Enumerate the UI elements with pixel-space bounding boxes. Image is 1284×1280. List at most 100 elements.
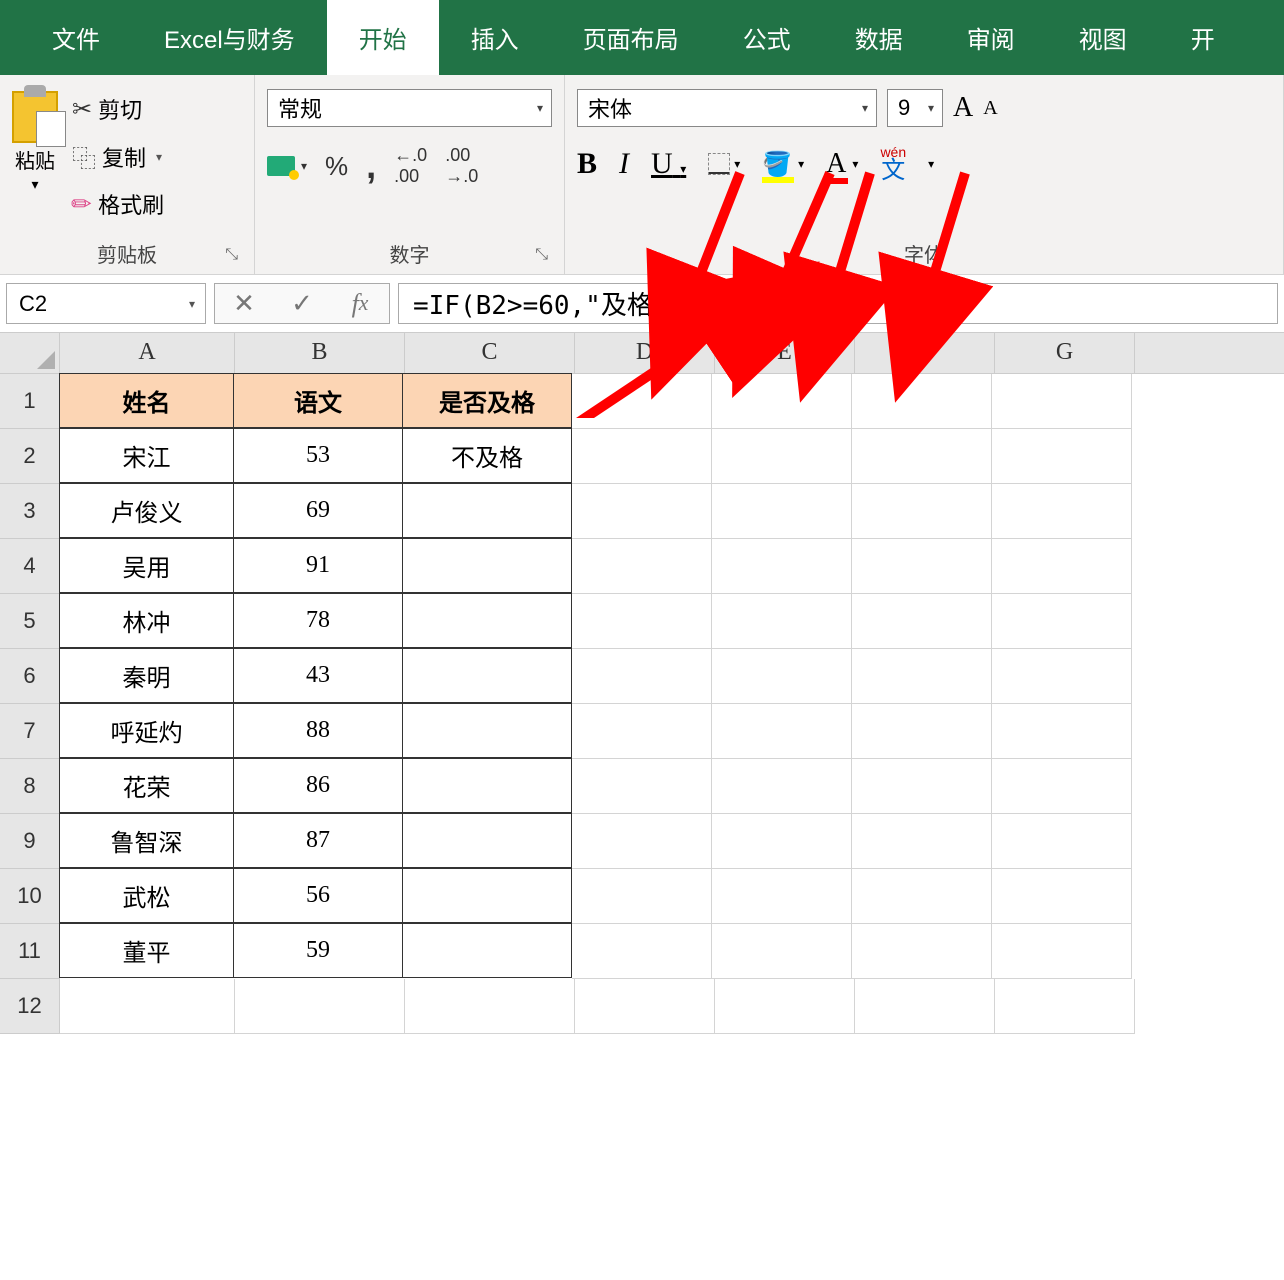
row-header-5[interactable]: 5: [0, 594, 60, 649]
tab-data[interactable]: 数据: [823, 0, 935, 75]
cell-G8[interactable]: [992, 759, 1132, 814]
cell-A7[interactable]: 呼延灼: [59, 703, 234, 758]
font-color-button[interactable]: A▾: [826, 148, 858, 180]
cell-B8[interactable]: 86: [233, 758, 403, 813]
cell-G7[interactable]: [992, 704, 1132, 759]
formula-input[interactable]: =IF(B2>=60,"及格","不及格"): [398, 283, 1278, 324]
cell-B10[interactable]: 56: [233, 868, 403, 923]
col-header-B[interactable]: B: [235, 333, 405, 373]
decrease-font-button[interactable]: A: [983, 97, 997, 120]
cell-E7[interactable]: [712, 704, 852, 759]
col-header-E[interactable]: E: [715, 333, 855, 373]
cell-E10[interactable]: [712, 869, 852, 924]
row-header-2[interactable]: 2: [0, 429, 60, 484]
enter-formula-button[interactable]: ✓: [273, 288, 331, 319]
cell-A10[interactable]: 武松: [59, 868, 234, 923]
cell-D6[interactable]: [572, 649, 712, 704]
cell-F6[interactable]: [852, 649, 992, 704]
cell-B5[interactable]: 78: [233, 593, 403, 648]
font-size-combo[interactable]: 9▾: [887, 89, 943, 127]
format-painter-button[interactable]: 格式刷: [66, 184, 170, 224]
cell-E8[interactable]: [712, 759, 852, 814]
cell-C5[interactable]: [402, 593, 572, 648]
row-header-9[interactable]: 9: [0, 814, 60, 869]
decrease-decimal-button[interactable]: .00→.0: [445, 145, 478, 187]
col-header-D[interactable]: D: [575, 333, 715, 373]
underline-button[interactable]: U ▾: [651, 147, 686, 181]
cell-F1[interactable]: [852, 374, 992, 429]
row-header-7[interactable]: 7: [0, 704, 60, 759]
cell-E12[interactable]: [715, 979, 855, 1034]
cell-G11[interactable]: [992, 924, 1132, 979]
bold-button[interactable]: B: [577, 147, 597, 181]
clipboard-launcher-icon[interactable]: ⤡: [225, 246, 238, 264]
cell-G5[interactable]: [992, 594, 1132, 649]
cell-E5[interactable]: [712, 594, 852, 649]
number-launcher-icon[interactable]: ⤡: [535, 246, 548, 264]
border-button[interactable]: ▾: [708, 153, 740, 175]
cell-C4[interactable]: [402, 538, 572, 593]
paste-button[interactable]: 粘贴: [15, 145, 55, 174]
cell-C11[interactable]: [402, 923, 572, 978]
tab-insert[interactable]: 插入: [439, 0, 551, 75]
row-header-8[interactable]: 8: [0, 759, 60, 814]
row-header-11[interactable]: 11: [0, 924, 60, 979]
font-name-combo[interactable]: 宋体▾: [577, 89, 877, 127]
insert-function-button[interactable]: fx: [331, 289, 389, 319]
cell-D9[interactable]: [572, 814, 712, 869]
cell-F9[interactable]: [852, 814, 992, 869]
comma-button[interactable]: ,: [366, 145, 376, 187]
col-header-A[interactable]: A: [60, 333, 235, 373]
tab-excel-finance[interactable]: Excel与财务: [132, 0, 327, 75]
copy-button[interactable]: 复制▾: [66, 135, 170, 178]
cell-A3[interactable]: 卢俊义: [59, 483, 234, 538]
cell-B12[interactable]: [235, 979, 405, 1034]
cell-B3[interactable]: 69: [233, 483, 403, 538]
cell-F5[interactable]: [852, 594, 992, 649]
cell-A2[interactable]: 宋江: [59, 428, 234, 483]
cell-A5[interactable]: 林冲: [59, 593, 234, 648]
name-box[interactable]: C2▾: [6, 283, 206, 324]
tab-view[interactable]: 视图: [1047, 0, 1159, 75]
currency-button[interactable]: ▾: [267, 156, 307, 176]
cancel-formula-button[interactable]: ✕: [215, 288, 273, 319]
cell-E9[interactable]: [712, 814, 852, 869]
tab-developer[interactable]: 开: [1159, 0, 1247, 75]
row-header-3[interactable]: 3: [0, 484, 60, 539]
cell-G1[interactable]: [992, 374, 1132, 429]
paste-icon[interactable]: [12, 91, 58, 143]
cut-button[interactable]: 剪切: [66, 89, 170, 129]
cell-D5[interactable]: [572, 594, 712, 649]
cell-D3[interactable]: [572, 484, 712, 539]
cell-B6[interactable]: 43: [233, 648, 403, 703]
tab-page-layout[interactable]: 页面布局: [551, 0, 711, 75]
cell-C10[interactable]: [402, 868, 572, 923]
cell-G9[interactable]: [992, 814, 1132, 869]
col-header-F[interactable]: F: [855, 333, 995, 373]
col-header-G[interactable]: G: [995, 333, 1135, 373]
cell-F3[interactable]: [852, 484, 992, 539]
cell-B1[interactable]: 语文: [233, 373, 403, 428]
cell-F12[interactable]: [855, 979, 995, 1034]
cell-D1[interactable]: [572, 374, 712, 429]
cell-A4[interactable]: 吴用: [59, 538, 234, 593]
cell-E3[interactable]: [712, 484, 852, 539]
cell-B4[interactable]: 91: [233, 538, 403, 593]
cell-B11[interactable]: 59: [233, 923, 403, 978]
row-header-12[interactable]: 12: [0, 979, 60, 1034]
cell-F4[interactable]: [852, 539, 992, 594]
cell-B7[interactable]: 88: [233, 703, 403, 758]
cell-F10[interactable]: [852, 869, 992, 924]
cell-D4[interactable]: [572, 539, 712, 594]
tab-formulas[interactable]: 公式: [711, 0, 823, 75]
cell-F8[interactable]: [852, 759, 992, 814]
cell-C8[interactable]: [402, 758, 572, 813]
cell-E1[interactable]: [712, 374, 852, 429]
cell-D12[interactable]: [575, 979, 715, 1034]
cell-C9[interactable]: [402, 813, 572, 868]
row-header-1[interactable]: 1: [0, 374, 60, 429]
cell-G3[interactable]: [992, 484, 1132, 539]
cell-G10[interactable]: [992, 869, 1132, 924]
cell-D2[interactable]: [572, 429, 712, 484]
cell-A1[interactable]: 姓名: [59, 373, 234, 428]
